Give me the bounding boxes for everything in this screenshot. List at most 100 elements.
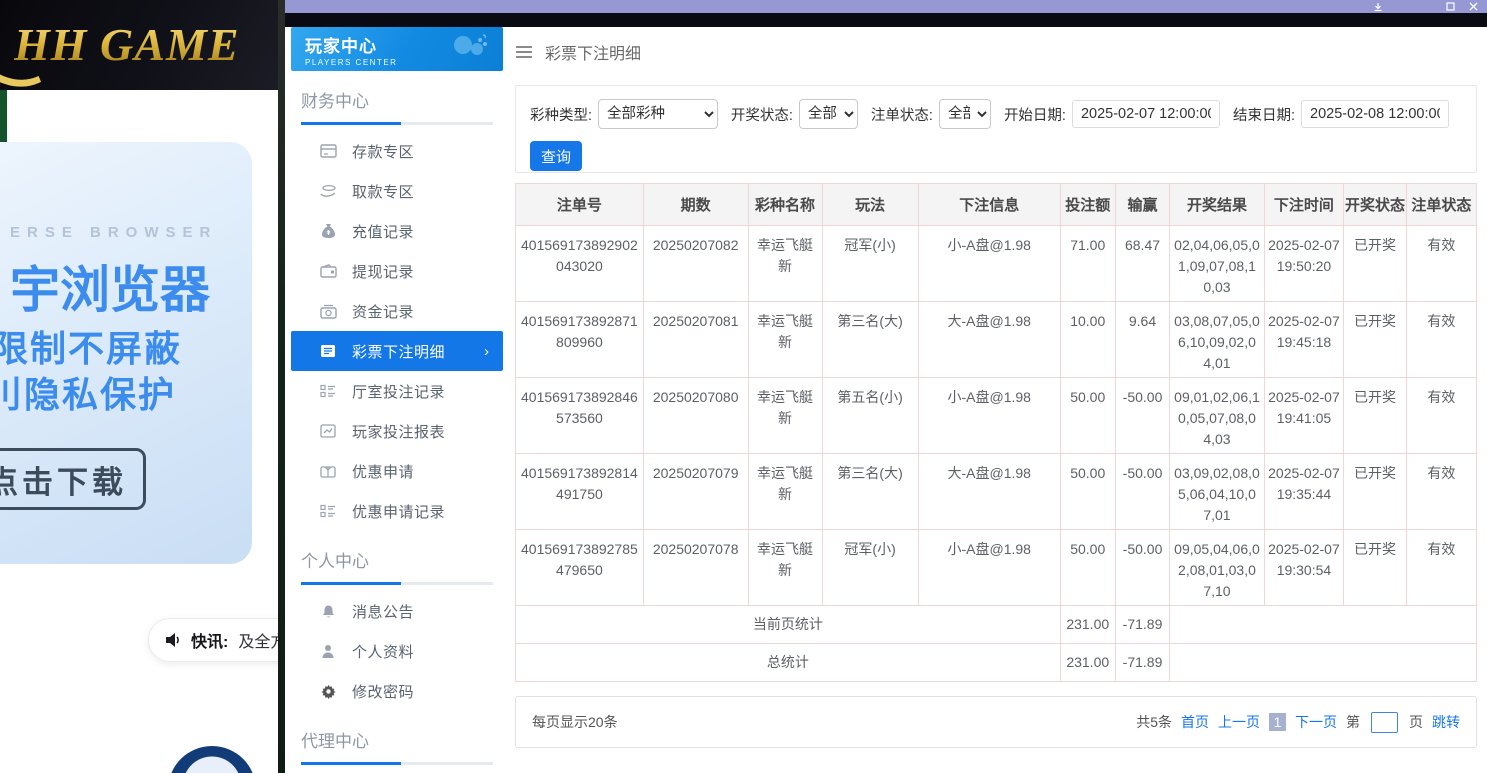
- cell-bet-info: 小-A盘@1.98: [917, 225, 1061, 302]
- cell-lottery-name: 幸运飞艇新: [747, 301, 823, 378]
- sidebar-item-withdrawal-record[interactable]: 提现记录: [291, 251, 503, 291]
- col-period: 期数: [642, 183, 749, 226]
- cell-period: 20250207078: [642, 529, 749, 606]
- cell-draw-result: 02,04,06,05,01,09,07,08,10,03: [1169, 225, 1265, 302]
- table-row: 401569173892902043020 20250207082 幸运飞艇新 …: [515, 225, 1478, 302]
- sidebar-item-promo-apply-record[interactable]: 优惠申请记录: [291, 491, 503, 531]
- site-logo-area: HH GAME: [0, 0, 278, 90]
- sidebar-item-profile[interactable]: 个人资料: [291, 631, 503, 671]
- sidebar-item-lottery-bet-detail[interactable]: 彩票下注明细 ›: [291, 331, 503, 371]
- cell-play: 冠军(小): [821, 225, 919, 302]
- per-page-text: 每页显示20条: [532, 714, 618, 730]
- jump-link[interactable]: 跳转: [1432, 712, 1460, 732]
- banner-line3: 刂隐私保护: [0, 374, 177, 415]
- gift-ticket-icon: [319, 462, 337, 480]
- download-arrow-icon[interactable]: [1372, 1, 1383, 12]
- start-date-label: 开始日期:: [1003, 107, 1066, 124]
- close-icon[interactable]: [1468, 1, 1479, 12]
- sidebar-item-announcements[interactable]: 消息公告: [291, 591, 503, 631]
- cell-order-status: 有效: [1405, 301, 1478, 378]
- cell-lottery-name: 幸运飞艇新: [747, 377, 823, 454]
- lottery-type-select[interactable]: 全部彩种: [598, 99, 718, 129]
- sidebar-item-recharge-record[interactable]: 充值记录: [291, 211, 503, 251]
- summary-winloss: -71.89: [1114, 605, 1171, 644]
- sidebar-item-label: 优惠申请: [352, 463, 415, 481]
- site-logo[interactable]: HH GAME: [14, 18, 240, 71]
- prev-page-link[interactable]: 上一页: [1218, 712, 1260, 732]
- draw-status-select[interactable]: 全部: [798, 99, 858, 129]
- chart-report-icon: [319, 422, 337, 440]
- current-page-badge[interactable]: 1: [1269, 713, 1286, 731]
- section-rule: [301, 582, 493, 585]
- sidebar-item-hall-bet-record[interactable]: 厅室投注记录: [291, 371, 503, 411]
- window-titlebar: [285, 0, 1487, 13]
- col-draw-result: 开奖结果: [1169, 183, 1265, 226]
- gear-icon: [319, 682, 337, 700]
- col-lottery-name: 彩种名称: [747, 183, 823, 226]
- cell-bet-info: 小-A盘@1.98: [917, 377, 1061, 454]
- ticker-text: 及全方位: [238, 634, 278, 651]
- left-edge-decoration: [0, 90, 7, 147]
- summary-bet-amount: 231.00: [1059, 605, 1116, 644]
- cell-order-status: 有效: [1405, 529, 1478, 606]
- col-play: 玩法: [821, 183, 919, 226]
- start-date-input[interactable]: [1071, 100, 1220, 128]
- chevron-right-icon: ›: [484, 342, 489, 360]
- order-status-select[interactable]: 全部: [938, 99, 991, 129]
- news-ticker[interactable]: 快讯: 及全方位: [148, 618, 278, 662]
- browser-promo-banner[interactable]: ERSE BROWSER 宇浏览器 限制不屏蔽 刂隐私保护 点击下载: [0, 142, 252, 564]
- sidebar-item-label: 资金记录: [352, 303, 415, 321]
- summary-label: 总统计: [515, 643, 1061, 682]
- cell-period: 20250207081: [642, 301, 749, 378]
- section-rule: [301, 122, 493, 125]
- sidebar-item-deposit-zone[interactable]: 存款专区: [291, 131, 503, 171]
- maximize-icon[interactable]: [1445, 1, 1456, 12]
- ordered-list-icon: [319, 382, 337, 400]
- hamburger-menu-icon[interactable]: [515, 45, 533, 59]
- cell-winloss: 9.64: [1114, 301, 1171, 378]
- first-page-link[interactable]: 首页: [1181, 712, 1209, 732]
- banner-title: 宇浏览器: [10, 262, 210, 318]
- cell-draw-status: 已开奖: [1343, 225, 1407, 302]
- sidebar-item-promo-apply[interactable]: 优惠申请: [291, 451, 503, 491]
- hand-money-icon: [319, 182, 337, 200]
- floating-logo-badge[interactable]: [168, 746, 256, 773]
- summary-row-current-page: 当前页统计 231.00 -71.89: [515, 605, 1477, 644]
- draw-status-label: 开奖状态:: [730, 107, 793, 124]
- sidebar-item-change-password[interactable]: 修改密码: [291, 671, 503, 711]
- col-order-status: 注单状态: [1405, 183, 1478, 226]
- cell-play: 冠军(小): [821, 529, 919, 606]
- next-page-link[interactable]: 下一页: [1295, 712, 1337, 732]
- cell-winloss: -50.00: [1114, 529, 1171, 606]
- sidebar-item-label: 个人资料: [352, 643, 415, 661]
- bet-detail-table: 注单号 期数 彩种名称 玩法 下注信息 投注额 输赢 开奖结果 下注时间 开奖状…: [515, 183, 1478, 682]
- cell-order-no: 401569173892902043020: [515, 225, 644, 302]
- page-number-input[interactable]: [1371, 711, 1398, 733]
- sidebar-item-label: 取款专区: [352, 183, 415, 201]
- sidebar-item-withdraw-zone[interactable]: 取款专区: [291, 171, 503, 211]
- cell-lottery-name: 幸运飞艇新: [747, 453, 823, 530]
- sidebar-item-funds-record[interactable]: 资金记录: [291, 291, 503, 331]
- money-bag-icon: [319, 222, 337, 240]
- speaker-icon: [165, 632, 183, 648]
- col-bet-info: 下注信息: [917, 183, 1061, 226]
- query-button[interactable]: 查询: [530, 141, 582, 171]
- sidebar-item-label: 优惠申请记录: [352, 503, 446, 521]
- banner-download-button[interactable]: 点击下载: [0, 448, 146, 510]
- cell-order-status: 有效: [1405, 377, 1478, 454]
- cell-period: 20250207079: [642, 453, 749, 530]
- end-date-input[interactable]: [1301, 100, 1449, 128]
- pagination-bar: 每页显示20条 共5条 首页 上一页 1 下一页 第 页 跳转: [515, 696, 1477, 748]
- cell-order-no: 401569173892871809960: [515, 301, 644, 378]
- table-row: 401569173892846573560 20250207080 幸运飞艇新 …: [515, 377, 1478, 454]
- end-date-label: 结束日期:: [1232, 107, 1295, 124]
- gamepad-icon: [447, 31, 491, 70]
- cell-order-status: 有效: [1405, 225, 1478, 302]
- document-list-icon: [319, 342, 337, 360]
- summary-empty: [1169, 605, 1477, 644]
- cell-order-no: 401569173892785479650: [515, 529, 644, 606]
- cell-bet-time: 2025-02-07 19:30:54: [1263, 529, 1345, 606]
- sidebar-item-label: 存款专区: [352, 143, 415, 161]
- sidebar-item-player-bet-report[interactable]: 玩家投注报表: [291, 411, 503, 451]
- banner-line2: 限制不屏蔽: [0, 328, 183, 369]
